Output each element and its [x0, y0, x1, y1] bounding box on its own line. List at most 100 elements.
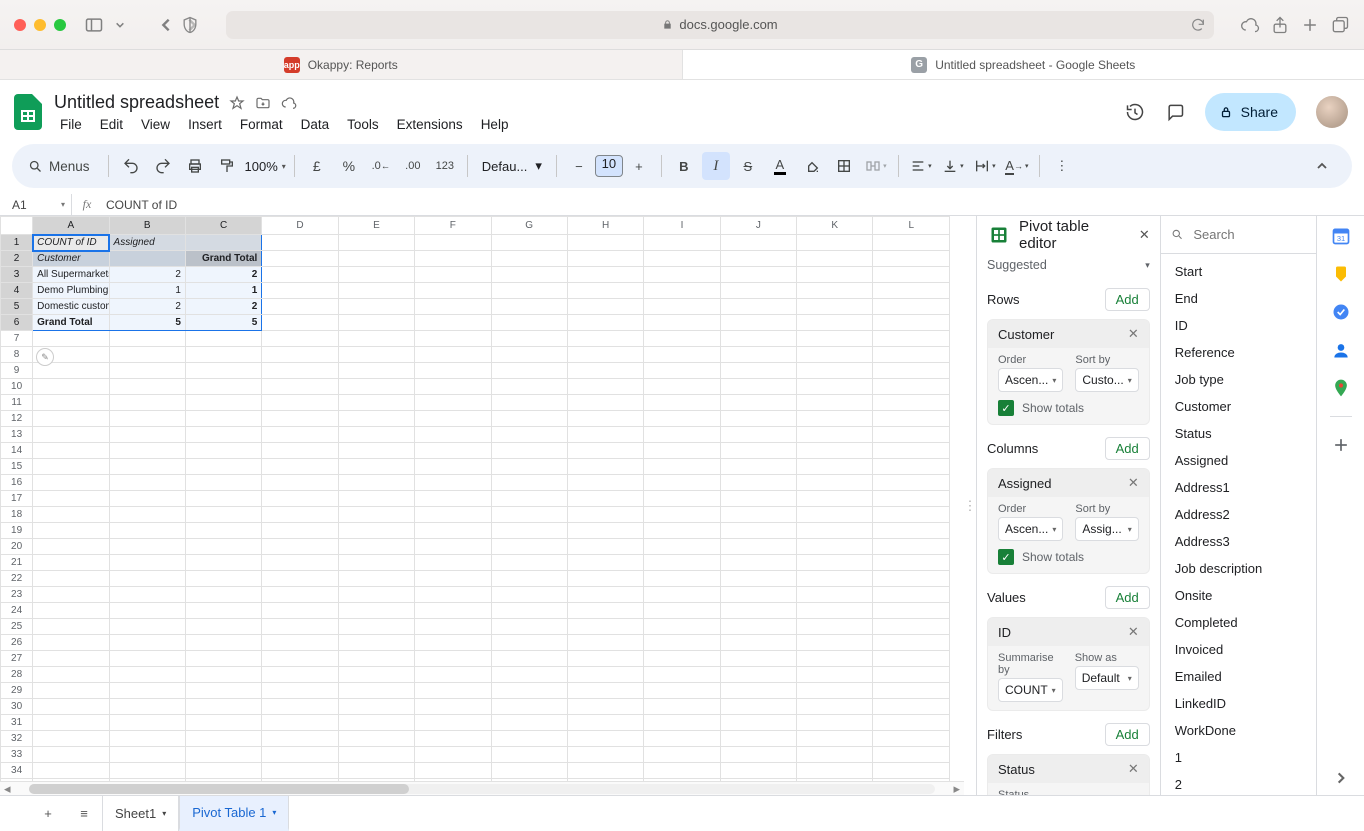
cell[interactable]: [873, 667, 950, 683]
cell[interactable]: [185, 331, 261, 347]
cell[interactable]: [720, 667, 796, 683]
field-item[interactable]: Reference: [1161, 339, 1316, 366]
paint-format-icon[interactable]: [213, 152, 241, 180]
maximize-window-icon[interactable]: [54, 19, 66, 31]
field-item[interactable]: Status: [1161, 420, 1316, 447]
cell[interactable]: [109, 523, 185, 539]
cell[interactable]: [262, 251, 338, 267]
order-select[interactable]: Ascen...: [998, 368, 1063, 392]
move-icon[interactable]: [255, 95, 271, 111]
cell[interactable]: [415, 299, 491, 315]
cell[interactable]: [644, 267, 720, 283]
cell[interactable]: [262, 651, 338, 667]
overflow-menu-icon[interactable]: ⋮: [1048, 152, 1076, 180]
cell[interactable]: [491, 331, 567, 347]
cell[interactable]: [185, 475, 261, 491]
cell[interactable]: [33, 571, 109, 587]
cell[interactable]: [644, 667, 720, 683]
cell[interactable]: [185, 571, 261, 587]
keep-rail-icon[interactable]: [1331, 264, 1351, 284]
sidebar-toggle-icon[interactable]: [84, 15, 104, 35]
italic-icon[interactable]: I: [702, 152, 730, 180]
cell[interactable]: [720, 635, 796, 651]
cell[interactable]: [797, 427, 873, 443]
cell[interactable]: [491, 539, 567, 555]
cell[interactable]: All Supermarkets: [33, 267, 109, 283]
cell[interactable]: [109, 635, 185, 651]
cell[interactable]: [644, 699, 720, 715]
cell[interactable]: [567, 347, 643, 363]
cell[interactable]: [644, 315, 720, 331]
cell[interactable]: [109, 747, 185, 763]
cell[interactable]: [567, 587, 643, 603]
field-item[interactable]: ID: [1161, 312, 1316, 339]
field-item[interactable]: Customer: [1161, 393, 1316, 420]
cell[interactable]: [109, 603, 185, 619]
cell[interactable]: [185, 683, 261, 699]
cell[interactable]: [644, 619, 720, 635]
menu-edit[interactable]: Edit: [92, 115, 131, 134]
cell[interactable]: [567, 443, 643, 459]
cell[interactable]: [262, 747, 338, 763]
add-values-button[interactable]: Add: [1105, 586, 1150, 609]
show-totals-checkbox[interactable]: ✓: [998, 400, 1014, 416]
cell[interactable]: [797, 763, 873, 779]
cell[interactable]: [873, 683, 950, 699]
cell[interactable]: [185, 507, 261, 523]
cell[interactable]: [567, 715, 643, 731]
cell[interactable]: [644, 283, 720, 299]
new-tab-icon[interactable]: [1300, 15, 1320, 35]
cell[interactable]: [109, 651, 185, 667]
cell[interactable]: [262, 731, 338, 747]
cell[interactable]: [567, 235, 643, 251]
cell[interactable]: [415, 459, 491, 475]
field-item[interactable]: 2: [1161, 771, 1316, 795]
cell[interactable]: [873, 315, 950, 331]
cell[interactable]: Assigned: [109, 235, 185, 251]
cell[interactable]: [109, 571, 185, 587]
cell[interactable]: [33, 635, 109, 651]
cell[interactable]: [185, 715, 261, 731]
cell[interactable]: [873, 731, 950, 747]
cell[interactable]: [797, 619, 873, 635]
cell[interactable]: [415, 571, 491, 587]
cell[interactable]: [491, 731, 567, 747]
cell[interactable]: [33, 523, 109, 539]
col-header[interactable]: I: [644, 217, 720, 235]
cell[interactable]: [338, 683, 414, 699]
cell[interactable]: [720, 251, 796, 267]
cell[interactable]: [491, 267, 567, 283]
cell[interactable]: [720, 763, 796, 779]
cell[interactable]: [873, 555, 950, 571]
edit-pivot-chip-icon[interactable]: ✎: [36, 348, 54, 366]
cell[interactable]: [797, 523, 873, 539]
cell[interactable]: [567, 267, 643, 283]
cell[interactable]: [33, 427, 109, 443]
cell[interactable]: [644, 347, 720, 363]
menu-insert[interactable]: Insert: [180, 115, 230, 134]
cell[interactable]: [415, 283, 491, 299]
row-header[interactable]: 19: [1, 523, 33, 539]
field-item[interactable]: Onsite: [1161, 582, 1316, 609]
cell[interactable]: [720, 379, 796, 395]
cell[interactable]: 5: [185, 315, 261, 331]
remove-chip-icon[interactable]: ✕: [1128, 761, 1139, 777]
row-header[interactable]: 25: [1, 619, 33, 635]
cell[interactable]: [491, 619, 567, 635]
cell[interactable]: [185, 363, 261, 379]
row-header[interactable]: 17: [1, 491, 33, 507]
cloud-status-icon[interactable]: [281, 95, 297, 111]
cell[interactable]: [567, 459, 643, 475]
cell[interactable]: Grand Total: [33, 315, 109, 331]
rows-chip[interactable]: Customer ✕ Order Ascen... Sort by: [987, 319, 1150, 425]
cell[interactable]: [491, 475, 567, 491]
cell[interactable]: [797, 315, 873, 331]
cell[interactable]: [109, 491, 185, 507]
cell[interactable]: [338, 363, 414, 379]
cell[interactable]: [644, 715, 720, 731]
cell[interactable]: [415, 379, 491, 395]
cell[interactable]: [797, 251, 873, 267]
field-item[interactable]: LinkedID: [1161, 690, 1316, 717]
privacy-shield-icon[interactable]: [180, 15, 200, 35]
cell[interactable]: [33, 491, 109, 507]
